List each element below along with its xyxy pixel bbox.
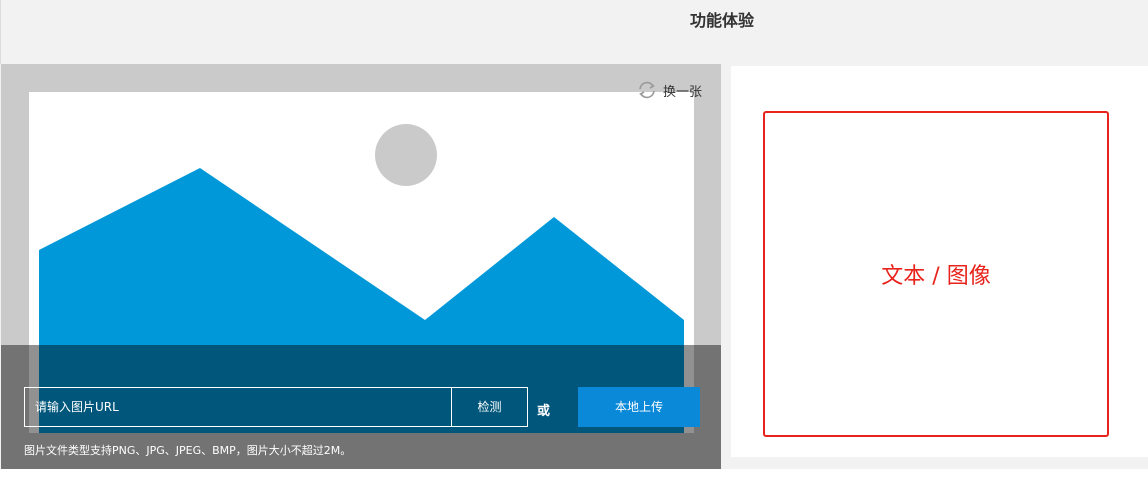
image-url-input[interactable] — [24, 387, 452, 427]
result-label: 文本 / 图像 — [881, 264, 991, 289]
demo-area: 换一张 检测 或 本地上传 图片文件类型支持PNG、JPG、JPEG、BMP，图… — [0, 64, 1148, 469]
result-panel: 文本 / 图像 — [731, 66, 1148, 457]
result-box: 文本 / 图像 — [763, 111, 1109, 437]
header: 功能体验 — [0, 0, 1148, 64]
input-overlay: 检测 或 本地上传 图片文件类型支持PNG、JPG、JPEG、BMP，图片大小不… — [1, 345, 721, 469]
change-image-button[interactable]: 换一张 — [637, 79, 702, 101]
change-image-label: 换一张 — [663, 84, 703, 100]
page: 功能体验 换一张 检测 或 — [0, 0, 1148, 491]
refresh-icon — [639, 81, 655, 99]
file-type-hint: 图片文件类型支持PNG、JPG、JPEG、BMP，图片大小不超过2M。 — [24, 444, 352, 457]
sun-shape — [375, 124, 437, 186]
detect-button[interactable]: 检测 — [451, 387, 528, 427]
or-separator: 或 — [537, 404, 551, 419]
local-upload-button[interactable]: 本地上传 — [578, 387, 700, 427]
image-input-panel: 换一张 检测 或 本地上传 图片文件类型支持PNG、JPG、JPEG、BMP，图… — [1, 64, 721, 469]
page-title: 功能体验 — [689, 11, 754, 30]
